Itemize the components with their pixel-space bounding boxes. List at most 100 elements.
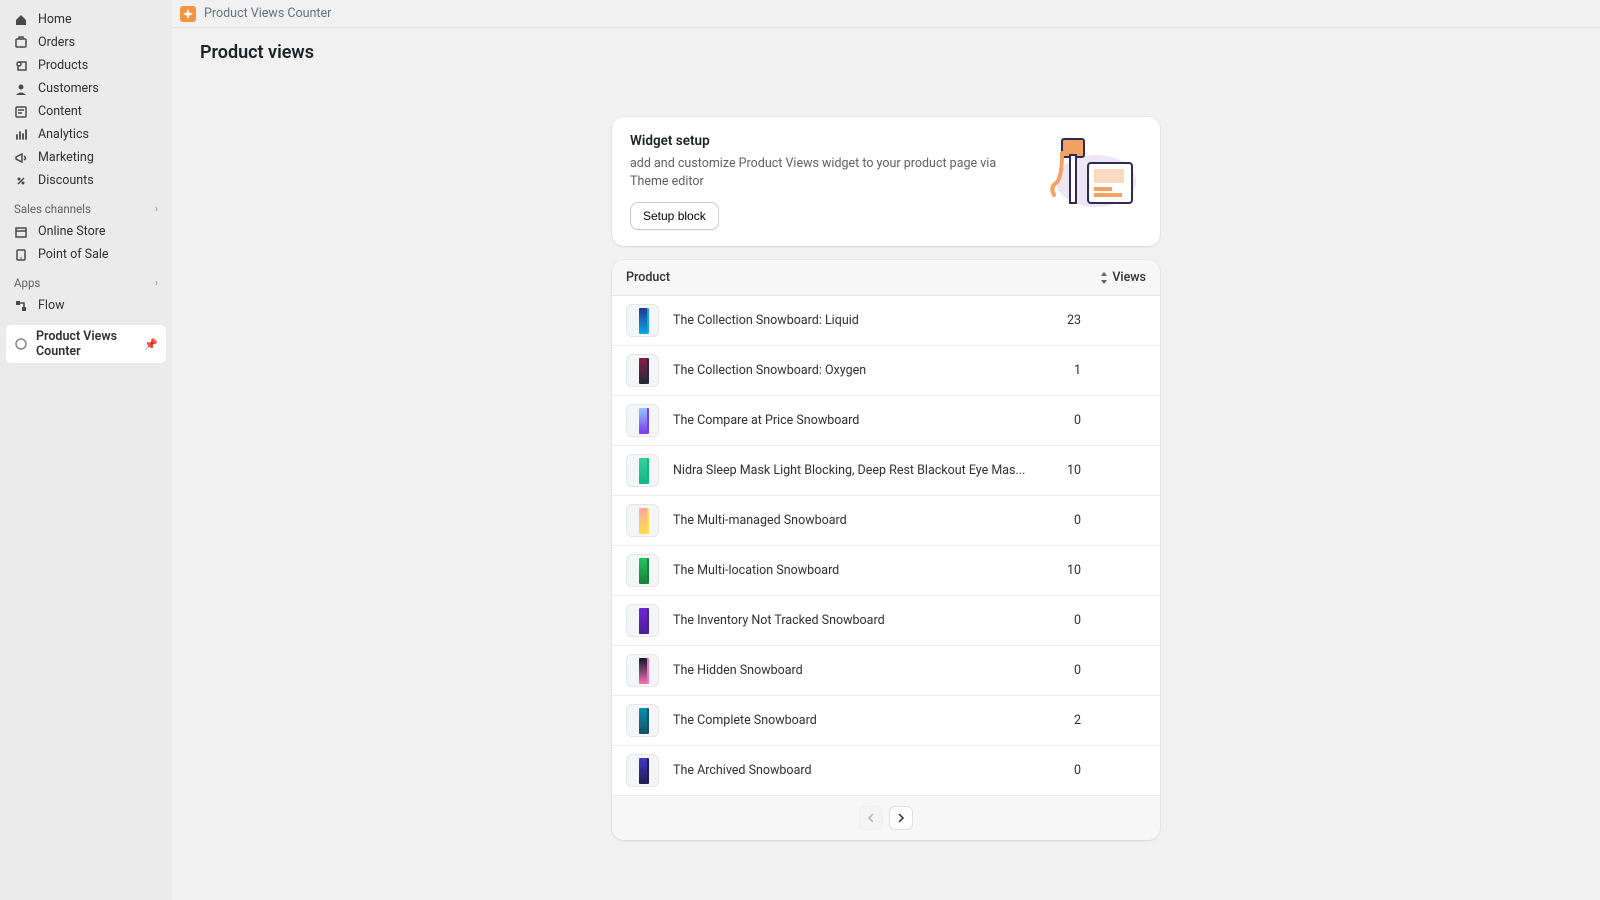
table-row[interactable]: The Hidden Snowboard 0	[612, 646, 1160, 696]
main-content: Product Views Counter Product views Widg…	[172, 0, 1600, 900]
discounts-icon	[14, 174, 28, 188]
sidebar: Home Orders Products Customers Content A…	[0, 0, 172, 900]
sidebar-item-label: Discounts	[38, 173, 94, 188]
app-logo-icon	[180, 6, 196, 22]
widget-setup-card: Widget setup add and customize Product V…	[612, 117, 1160, 246]
flow-icon	[14, 299, 28, 313]
product-views-count: 0	[1053, 763, 1081, 778]
sidebar-item-label: Home	[38, 12, 72, 27]
sidebar-item-point-of-sale[interactable]: Point of Sale	[6, 243, 166, 266]
home-icon	[14, 13, 28, 27]
sidebar-item-label: Analytics	[38, 127, 89, 142]
product-views-count: 10	[1053, 563, 1081, 578]
chevron-right-icon	[896, 813, 906, 823]
product-thumbnail	[626, 704, 659, 737]
product-views-count: 10	[1053, 463, 1081, 478]
table-row[interactable]: The Complete Snowboard 2	[612, 696, 1160, 746]
app-name: Product Views Counter	[204, 6, 331, 21]
product-thumbnail	[626, 754, 659, 787]
product-name: The Hidden Snowboard	[673, 663, 1053, 678]
setup-block-button[interactable]: Setup block	[630, 202, 719, 230]
product-views-count: 0	[1053, 513, 1081, 528]
product-views-count: 0	[1053, 413, 1081, 428]
page-title: Product views	[200, 42, 1572, 63]
table-row[interactable]: The Compare at Price Snowboard 0	[612, 396, 1160, 446]
sidebar-item-marketing[interactable]: Marketing	[6, 146, 166, 169]
table-row[interactable]: The Multi-location Snowboard 10	[612, 546, 1160, 596]
table-row[interactable]: The Multi-managed Snowboard 0	[612, 496, 1160, 546]
pin-icon[interactable]: 📌	[144, 338, 158, 351]
sidebar-item-customers[interactable]: Customers	[6, 77, 166, 100]
table-row[interactable]: The Inventory Not Tracked Snowboard 0	[612, 596, 1160, 646]
sidebar-item-label: Customers	[38, 81, 99, 96]
sidebar-item-label: Online Store	[38, 224, 105, 239]
product-views-count: 1	[1053, 363, 1081, 378]
sidebar-item-label: Content	[38, 104, 82, 119]
product-thumbnail	[626, 454, 659, 487]
product-name: The Collection Snowboard: Liquid	[673, 313, 1053, 328]
product-views-count: 2	[1053, 713, 1081, 728]
table-row[interactable]: The Archived Snowboard 0	[612, 746, 1160, 795]
product-thumbnail	[626, 654, 659, 687]
sidebar-item-label: Point of Sale	[38, 247, 109, 262]
marketing-icon	[14, 151, 28, 165]
sidebar-item-products[interactable]: Products	[6, 54, 166, 77]
table-row[interactable]: The Collection Snowboard: Liquid 23	[612, 296, 1160, 346]
product-name: The Complete Snowboard	[673, 713, 1053, 728]
sidebar-item-home[interactable]: Home	[6, 8, 166, 31]
topbar: Product Views Counter	[172, 0, 1600, 28]
apps-section[interactable]: Apps ›	[6, 266, 166, 294]
widget-setup-title: Widget setup	[630, 133, 1034, 149]
product-name: The Inventory Not Tracked Snowboard	[673, 613, 1053, 628]
product-views-table: Product Views The Collection Snowboard: …	[612, 260, 1160, 840]
prev-page-button	[859, 806, 883, 830]
chevron-right-icon: ›	[155, 278, 158, 289]
products-icon	[14, 59, 28, 73]
product-name: The Archived Snowboard	[673, 763, 1053, 778]
sidebar-item-online-store[interactable]: Online Store	[6, 220, 166, 243]
content-icon	[14, 105, 28, 119]
store-icon	[14, 225, 28, 239]
sort-icon	[1100, 272, 1108, 284]
sidebar-item-orders[interactable]: Orders	[6, 31, 166, 54]
product-views-count: 23	[1053, 313, 1081, 328]
product-views-count: 0	[1053, 663, 1081, 678]
sidebar-item-analytics[interactable]: Analytics	[6, 123, 166, 146]
setup-illustration	[1050, 133, 1142, 217]
sidebar-item-label: Orders	[38, 35, 75, 50]
customers-icon	[14, 82, 28, 96]
product-thumbnail	[626, 354, 659, 387]
sidebar-item-content[interactable]: Content	[6, 100, 166, 123]
product-name: The Multi-managed Snowboard	[673, 513, 1053, 528]
sidebar-item-label: Products	[38, 58, 88, 73]
analytics-icon	[14, 128, 28, 142]
next-page-button[interactable]	[889, 806, 913, 830]
sidebar-item-flow[interactable]: Flow	[6, 294, 166, 317]
pagination	[612, 795, 1160, 840]
table-row[interactable]: Nidra Sleep Mask Light Blocking, Deep Re…	[612, 446, 1160, 496]
orders-icon	[14, 36, 28, 50]
sidebar-item-label: Flow	[38, 298, 64, 313]
product-name: The Collection Snowboard: Oxygen	[673, 363, 1053, 378]
product-thumbnail	[626, 304, 659, 337]
product-thumbnail	[626, 504, 659, 537]
product-name: The Compare at Price Snowboard	[673, 413, 1053, 428]
sidebar-item-discounts[interactable]: Discounts	[6, 169, 166, 192]
sidebar-current-app[interactable]: Product Views Counter 📌	[6, 325, 166, 363]
chevron-right-icon: ›	[155, 204, 158, 215]
product-name: The Multi-location Snowboard	[673, 563, 1053, 578]
product-views-count: 0	[1053, 613, 1081, 628]
widget-setup-desc: add and customize Product Views widget t…	[630, 155, 1034, 190]
sidebar-item-label: Marketing	[38, 150, 94, 165]
product-thumbnail	[626, 604, 659, 637]
table-header-product[interactable]: Product	[626, 270, 1100, 285]
pos-icon	[14, 248, 28, 262]
app-icon	[14, 337, 28, 351]
table-header-views[interactable]: Views	[1100, 270, 1146, 285]
chevron-left-icon	[866, 813, 876, 823]
product-thumbnail	[626, 404, 659, 437]
product-name: Nidra Sleep Mask Light Blocking, Deep Re…	[673, 463, 1053, 478]
product-thumbnail	[626, 554, 659, 587]
table-row[interactable]: The Collection Snowboard: Oxygen 1	[612, 346, 1160, 396]
sales-channels-section[interactable]: Sales channels ›	[6, 192, 166, 220]
